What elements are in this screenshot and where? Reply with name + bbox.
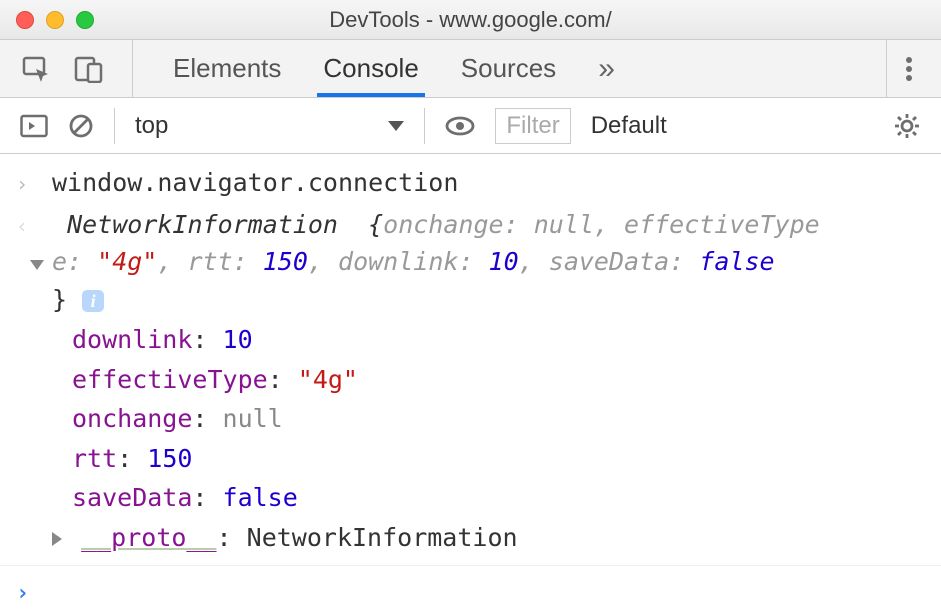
prop-row[interactable]: saveData: false (72, 478, 941, 518)
context-label: top (135, 112, 168, 140)
panel-tabs: Elements Console Sources » (133, 40, 886, 97)
window-minimize-button[interactable] (46, 11, 64, 29)
console-toolbar: top Filter Default (0, 98, 941, 154)
window-maximize-button[interactable] (76, 11, 94, 29)
kebab-menu-icon (905, 55, 913, 83)
window-close-button[interactable] (16, 11, 34, 29)
separator (114, 108, 115, 144)
tabs-overflow-button[interactable]: » (598, 40, 615, 98)
context-selector[interactable]: top (135, 112, 404, 140)
tab-sources[interactable]: Sources (461, 41, 556, 96)
chevron-down-icon (30, 260, 44, 270)
filter-placeholder: Filter (506, 112, 559, 139)
object-class-name: NetworkInformation (67, 210, 338, 239)
object-summary[interactable]: NetworkInformation {onchange: null, effe… (52, 206, 925, 244)
input-caret-icon: › (16, 164, 52, 202)
window-controls (0, 11, 94, 29)
device-toolbar-icon[interactable] (74, 55, 104, 83)
prop-row[interactable]: effectiveType: "4g" (72, 360, 941, 400)
console-input-text[interactable]: window.navigator.connection (52, 164, 925, 202)
window-title: DevTools - www.google.com/ (0, 7, 941, 33)
console-input-row: › window.navigator.connection (0, 162, 941, 204)
dropdown-triangle-icon (388, 121, 404, 131)
inspect-element-icon[interactable] (22, 55, 52, 83)
gear-icon (893, 112, 921, 140)
output-caret-icon: ‹ (16, 206, 52, 244)
title-bar: DevTools - www.google.com/ (0, 0, 941, 40)
console-log-area: › window.navigator.connection ‹ NetworkI… (0, 154, 941, 612)
tab-elements[interactable]: Elements (173, 41, 281, 96)
console-prompt-row[interactable]: › (0, 565, 941, 612)
tab-console[interactable]: Console (323, 41, 418, 96)
object-properties: downlink: 10 effectiveType: "4g" onchang… (0, 320, 941, 557)
info-icon[interactable]: i (82, 290, 104, 312)
prop-row[interactable]: onchange: null (72, 399, 941, 439)
main-menu[interactable] (886, 40, 941, 97)
val-null: null (534, 210, 594, 239)
filter-input[interactable]: Filter (495, 108, 570, 144)
prompt-caret-icon: › (16, 572, 52, 610)
prop-row[interactable]: rtt: 150 (72, 439, 941, 479)
clear-console-icon[interactable] (68, 113, 94, 139)
separator (424, 108, 425, 144)
console-output-row: ‹ NetworkInformation {onchange: null, ef… (0, 204, 941, 244)
panel-tabbar: Elements Console Sources » (0, 40, 941, 98)
live-expression-icon[interactable] (445, 115, 475, 137)
inspect-controls (0, 40, 133, 97)
console-settings[interactable] (893, 112, 921, 140)
prop-row[interactable]: downlink: 10 (72, 320, 941, 360)
log-levels-selector[interactable]: Default (591, 112, 667, 140)
console-output-row-2: e: "4g", rtt: 150, downlink: 10, saveDat… (0, 243, 941, 320)
toggle-drawer-icon[interactable] (20, 114, 48, 138)
expand-toggle[interactable] (16, 243, 52, 318)
chevron-right-icon (52, 532, 62, 546)
prop-row-proto[interactable]: __proto__: NetworkInformation (72, 518, 941, 558)
object-summary-cont[interactable]: e: "4g", rtt: 150, downlink: 10, saveDat… (52, 243, 925, 318)
console-prompt-input[interactable] (52, 572, 925, 610)
